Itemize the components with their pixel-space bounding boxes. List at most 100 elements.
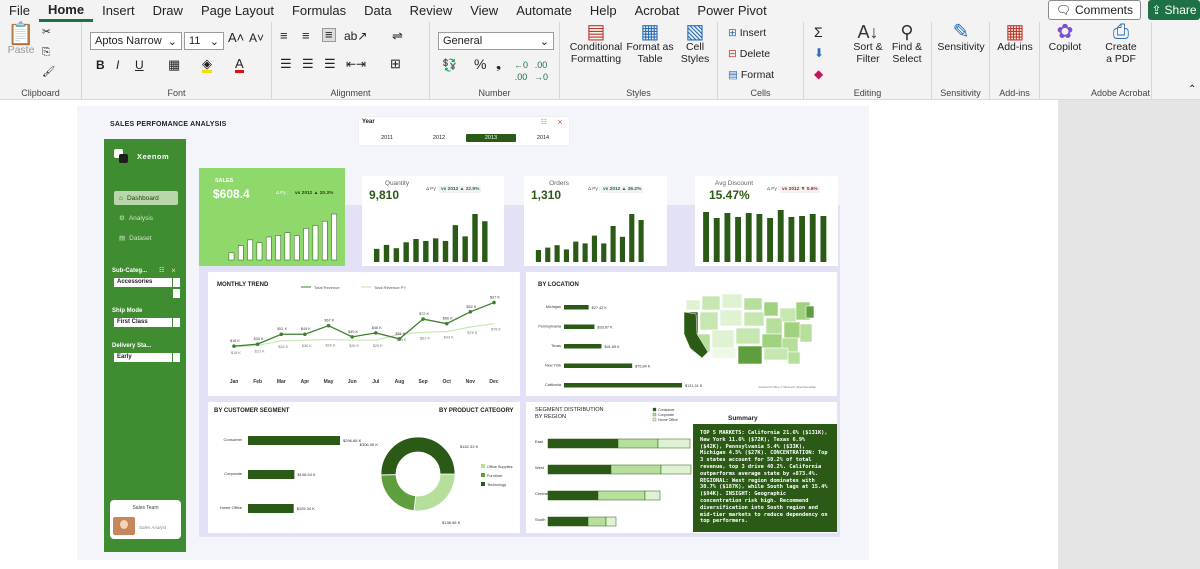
year-option-2011[interactable]: 2011 [362,134,412,142]
menu-automate[interactable]: Automate [507,0,581,22]
slicer-scroll-lower[interactable] [173,289,180,298]
orientation-icon[interactable]: ab↗ [344,30,367,42]
multi-select-icon[interactable]: ☷ [159,267,164,274]
align-center-icon[interactable]: ☰ [302,57,314,70]
worksheet-grid[interactable]: SALES PERFOMANCE ANALYSIS Year ☷ ⨯ 2011 2… [0,100,1058,569]
font-size-combo[interactable]: 11 ⌄ [184,32,224,50]
cut-icon[interactable]: ✂ [42,26,51,38]
paste-button[interactable]: 📋 Paste [6,23,36,57]
kpi-bar-chart [535,214,644,262]
currency-icon[interactable]: 💱 [442,59,457,71]
kpi-bar [554,245,560,262]
align-top-icon[interactable]: ≡ [280,29,288,42]
format-cells-button[interactable]: ▤ Format [728,69,774,81]
sort-filter-button[interactable]: A↓ Sort & Filter [850,23,886,65]
year-slicer[interactable]: Year ☷ ⨯ 2011 2012 2013 2014 [358,116,570,146]
clear-filter-icon[interactable]: ⨯ [171,267,176,274]
autosum-icon[interactable]: Σ [814,25,823,39]
menu-draw[interactable]: Draw [144,0,192,22]
align-bottom-icon[interactable]: ≡ [322,28,336,42]
slicer-value-1[interactable]: First Class [114,318,172,327]
menu-view[interactable]: View [461,0,507,22]
clipboard-group: 📋 Paste ✂ ⎘ 🖌 Clipboard [0,22,82,100]
menu-insert[interactable]: Insert [93,0,144,22]
align-left-icon[interactable]: ☰ [280,57,292,70]
map-state [711,329,735,349]
conditional-formatting-button[interactable]: ▤ Conditional Formatting [568,22,624,65]
merge-center-icon[interactable]: ⊞ [390,57,401,70]
font-color-icon[interactable]: A [235,57,244,73]
addins-button[interactable]: ▦ Add-ins [994,22,1036,53]
find-select-button[interactable]: ⚲ Find & Select [888,23,926,65]
slicer-scroll[interactable] [173,353,180,362]
collapse-ribbon-icon[interactable]: ⌃ [1188,84,1196,96]
wrap-text-icon[interactable]: ⇌ [392,29,403,42]
clear-filter-icon[interactable]: ⨯ [557,118,563,126]
delete-cells-button[interactable]: ⊟ Delete [728,48,770,60]
borders-icon[interactable]: ▦ [168,58,180,71]
fill-icon[interactable]: ⬇ [814,47,824,59]
trend-point [421,317,425,321]
italic-button[interactable]: I [116,59,119,71]
kpi-bar [610,226,616,262]
comma-icon[interactable]: ❟ [496,57,501,70]
menu-power-pivot[interactable]: Power Pivot [688,0,775,22]
trend-label: $67 K [325,319,335,323]
menu-acrobat[interactable]: Acrobat [626,0,689,22]
slicer-scroll[interactable] [173,278,180,287]
insert-cells-button[interactable]: ⊞ Insert [728,27,766,39]
format-painter-icon[interactable]: 🖌 [42,66,55,78]
cell-styles-button[interactable]: ▧ Cell Styles [676,22,714,65]
number-format-combo[interactable]: General ⌄ [438,32,554,50]
month-tick: Jun [348,379,357,385]
sidebar-item-dashboard[interactable]: ⌂ Dashboard [114,191,178,205]
kpi-bar [820,216,827,262]
menu-review[interactable]: Review [401,0,462,22]
font-name-combo[interactable]: Aptos Narrow ⌄ [90,32,182,50]
menu-formulas[interactable]: Formulas [283,0,355,22]
create-pdf-button[interactable]: ⎙ Create a PDF [1096,22,1146,65]
sidebar-item-analysis[interactable]: ⚙ Analysis [114,211,178,225]
map-state [719,309,743,327]
copy-icon[interactable]: ⎘ [42,46,50,58]
align-right-icon[interactable]: ☰ [324,57,336,70]
location-state-label: Pennsylvania [538,325,561,329]
decrease-decimal-icon[interactable]: .00 →0 [534,59,548,83]
menu-file[interactable]: File [0,0,39,22]
clear-icon[interactable]: ◆ [814,68,823,80]
sidebar-item-dataset[interactable]: ▤ Dataset [114,231,178,245]
year-option-2012[interactable]: 2012 [414,134,464,142]
increase-decimal-icon[interactable]: ←0.00 [514,59,528,83]
map-state [735,327,761,345]
underline-button[interactable]: U [135,59,144,71]
menu-page-layout[interactable]: Page Layout [192,0,283,22]
menu-home[interactable]: Home [38,0,94,22]
percent-icon[interactable]: % [474,57,486,71]
brand-logo-icon [114,149,128,163]
sensitivity-button[interactable]: ✎ Sensitivity [936,22,986,53]
copilot-button[interactable]: ✿ Copilot [1044,22,1086,53]
fill-color-icon[interactable]: ◈ [202,57,212,73]
kpi-bar-chart [373,214,488,262]
slicer-value-0[interactable]: Accessories [114,278,172,287]
slicer-scroll[interactable] [173,318,180,327]
slicer-value-2[interactable]: Early [114,353,172,362]
product-value-label: $138.98 K [442,520,461,525]
share-icon: ⇪ [1151,3,1162,17]
share-button[interactable]: ⇪ Share [1148,0,1200,20]
comments-button[interactable]: 🗨 Comments [1047,0,1141,20]
menu-help[interactable]: Help [581,0,626,22]
menu-data[interactable]: Data [355,0,400,22]
multi-select-icon[interactable]: ☷ [541,118,547,126]
shrink-font-icon[interactable]: A˅ [249,32,264,44]
alignment-label: Alignment [330,88,371,98]
bold-button[interactable]: B [96,59,105,71]
format-as-table-button[interactable]: ▦ Format as Table [626,22,674,65]
kpi-card-sales: SALES $608.4 Δ Py : vs 2012 ▲ 20.3% [199,168,345,266]
year-option-2014[interactable]: 2014 [518,134,568,142]
indent-icon[interactable]: ⇤⇥ [346,58,366,70]
grow-font-icon[interactable]: A˄ [228,31,244,44]
year-option-2013[interactable]: 2013 [466,134,516,142]
trend-label: $30 K [254,337,264,341]
align-middle-icon[interactable]: ≡ [302,29,310,42]
